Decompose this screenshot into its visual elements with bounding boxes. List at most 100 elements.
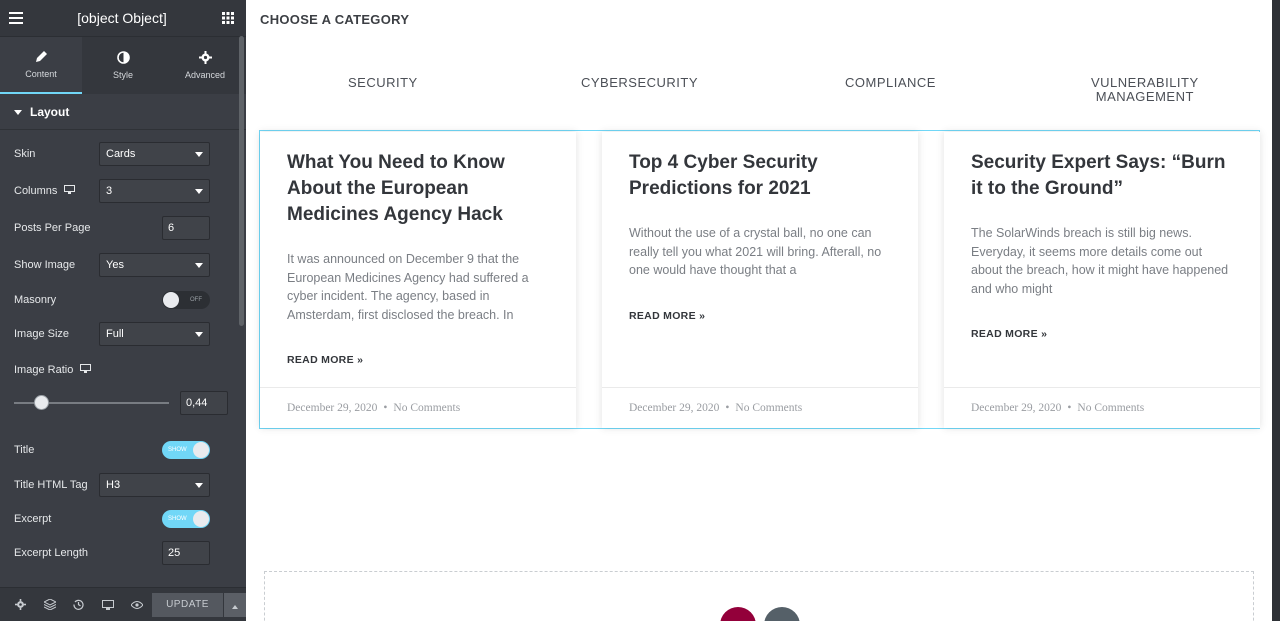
tab-advanced[interactable]: Advanced	[164, 37, 246, 94]
read-more-link[interactable]: READ MORE »	[287, 354, 363, 366]
post-date: December 29, 2020	[287, 402, 378, 414]
show-image-value: Yes	[106, 259, 124, 271]
responsive-desktop-icon[interactable]	[93, 588, 122, 621]
title-label: Title	[14, 444, 35, 456]
title-tag-select[interactable]: H3	[99, 473, 210, 497]
show-image-select[interactable]: Yes	[99, 253, 210, 277]
page-canvas: CHOOSE A CATEGORY SECURITY CYBERSECURITY…	[246, 0, 1280, 621]
show-image-label: Show Image	[14, 259, 76, 271]
post-meta: December 29, 2020 • No Comments	[602, 387, 918, 428]
columns-value: 3	[106, 185, 113, 197]
category-heading: CHOOSE A CATEGORY	[260, 12, 410, 27]
post-meta: December 29, 2020 • No Comments	[944, 387, 1260, 428]
panel-title: [object Object]	[77, 10, 167, 26]
image-size-label: Image Size	[14, 328, 70, 340]
excerpt-state: SHOW	[168, 516, 187, 522]
update-button[interactable]: UPDATE	[152, 592, 223, 617]
skin-select[interactable]: Cards	[99, 142, 210, 166]
update-options-button[interactable]	[224, 592, 246, 617]
half-circle-icon	[116, 51, 130, 66]
layers-icon[interactable]	[35, 588, 64, 621]
caret-up-icon	[232, 596, 238, 614]
post-card: Top 4 Cyber Security Predictions for 202…	[602, 132, 918, 428]
editor-panel: [object Object] Content Style Advanced L…	[0, 0, 246, 621]
posts-per-page-input[interactable]: 6	[162, 216, 210, 240]
preview-eye-icon[interactable]	[122, 588, 151, 621]
posts-per-page-label: Posts Per Page	[14, 222, 91, 234]
post-meta: December 29, 2020 • No Comments	[260, 387, 576, 428]
control-image-ratio-label: Image Ratio	[14, 364, 228, 376]
tab-style-label: Style	[112, 70, 133, 80]
post-comments[interactable]: No Comments	[1077, 402, 1144, 414]
post-comments[interactable]: No Comments	[393, 402, 460, 414]
image-size-select[interactable]: Full	[99, 322, 210, 346]
read-more-link[interactable]: READ MORE »	[629, 310, 705, 322]
post-excerpt: Without the use of a crystal ball, no on…	[629, 226, 882, 278]
columns-label-wrap: Columns	[14, 185, 76, 197]
category-link-vulnerability-management[interactable]: VULNERABILITY MANAGEMENT	[1091, 76, 1199, 104]
post-title[interactable]: Top 4 Cyber Security Predictions for 202…	[629, 150, 896, 202]
columns-label: Columns	[14, 185, 58, 197]
section-layout-label: Layout	[30, 104, 70, 119]
post-title[interactable]: What You Need to Know About the European…	[287, 150, 554, 228]
excerpt-label: Excerpt	[14, 513, 52, 525]
excerpt-toggle[interactable]: SHOW	[162, 510, 210, 528]
image-ratio-label: Image Ratio	[14, 364, 74, 376]
post-date: December 29, 2020	[629, 402, 720, 414]
masonry-label: Masonry	[14, 294, 57, 306]
control-show-image: Show Image Yes	[14, 253, 228, 277]
widgets-grid-icon[interactable]	[220, 10, 236, 26]
desktop-icon[interactable]	[64, 185, 76, 197]
dropdown-caret-icon	[195, 328, 203, 340]
tab-style[interactable]: Style	[82, 37, 164, 94]
post-title[interactable]: Security Expert Says: “Burn it to the Gr…	[971, 150, 1238, 202]
image-ratio-input[interactable]: 0,44	[180, 391, 228, 415]
dropdown-caret-icon	[195, 185, 203, 197]
dropdown-caret-icon	[195, 479, 203, 491]
tab-content-label: Content	[25, 69, 57, 79]
read-more-link[interactable]: READ MORE »	[971, 328, 1047, 340]
dropdown-caret-icon	[195, 148, 203, 160]
control-excerpt: Excerpt SHOW	[14, 510, 228, 528]
hamburger-menu-icon[interactable]	[8, 10, 24, 26]
category-link-security[interactable]: SECURITY	[348, 76, 418, 90]
post-comments[interactable]: No Comments	[735, 402, 802, 414]
toggle-knob	[193, 442, 209, 458]
skin-label: Skin	[14, 148, 36, 160]
tab-content[interactable]: Content	[0, 37, 82, 94]
section-layout-header[interactable]: Layout	[0, 94, 246, 130]
category-link-cybersecurity[interactable]: CYBERSECURITY	[581, 76, 698, 90]
settings-gear-icon[interactable]	[6, 588, 35, 621]
control-skin: Skin Cards	[14, 142, 228, 166]
image-ratio-slider-handle[interactable]	[34, 395, 49, 410]
title-tag-value: H3	[106, 479, 121, 491]
control-columns: Columns 3	[14, 179, 228, 203]
title-state: SHOW	[168, 447, 187, 453]
control-title-tag: Title HTML Tag H3	[14, 473, 228, 497]
excerpt-length-input[interactable]: 25	[162, 541, 210, 565]
control-posts-per-page: Posts Per Page 6	[14, 216, 228, 240]
panel-scrollbar[interactable]	[239, 36, 244, 326]
title-tag-label: Title HTML Tag	[14, 479, 88, 491]
masonry-toggle[interactable]: OFF	[162, 291, 210, 309]
image-size-value: Full	[106, 328, 124, 340]
history-icon[interactable]	[64, 588, 93, 621]
post-card: What You Need to Know About the European…	[260, 132, 576, 428]
add-section-dropzone[interactable]	[264, 571, 1254, 621]
panel-footer: UPDATE	[0, 587, 246, 621]
tab-advanced-label: Advanced	[184, 70, 226, 80]
desktop-icon[interactable]	[80, 364, 92, 376]
excerpt-length-label: Excerpt Length	[14, 547, 88, 559]
category-link-compliance[interactable]: COMPLIANCE	[845, 76, 936, 90]
image-ratio-label-wrap: Image Ratio	[14, 364, 92, 376]
meta-separator: •	[1067, 402, 1072, 414]
panel-tabs: Content Style Advanced	[0, 36, 246, 94]
posts-widget[interactable]: What You Need to Know About the European…	[259, 130, 1260, 429]
title-toggle[interactable]: SHOW	[162, 441, 210, 459]
caret-down-icon	[14, 105, 22, 119]
toggle-knob	[163, 292, 179, 308]
columns-select[interactable]: 3	[99, 179, 210, 203]
skin-value: Cards	[106, 148, 136, 160]
gear-icon	[198, 51, 212, 66]
dropdown-caret-icon	[195, 259, 203, 271]
